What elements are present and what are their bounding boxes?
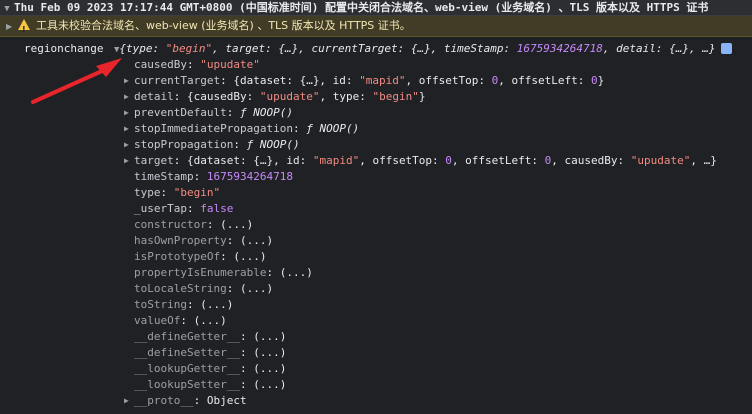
arrow-head: [96, 58, 122, 77]
arrow-shaft: [31, 69, 104, 104]
red-arrow-icon: [31, 58, 122, 104]
